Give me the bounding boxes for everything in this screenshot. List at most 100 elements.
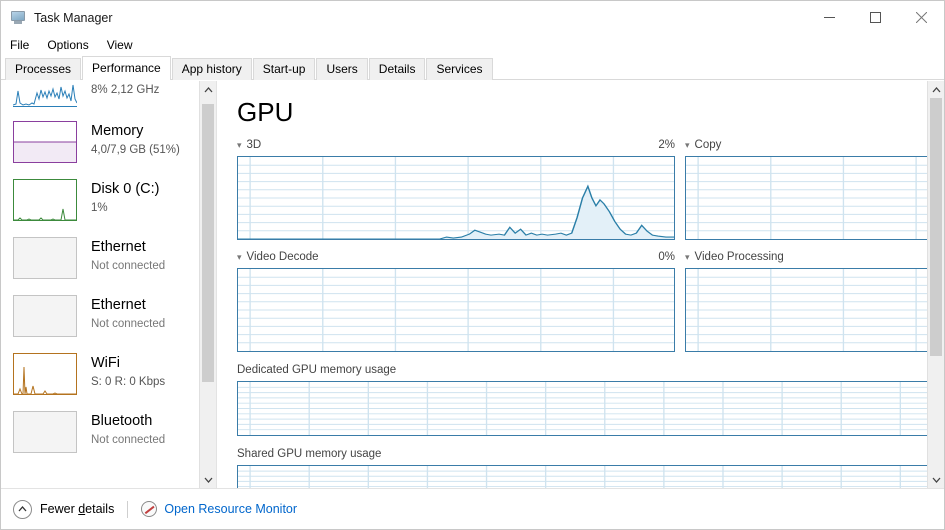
main-scroll-thumb[interactable] [930, 98, 942, 356]
ethernet-2-thumbnail [13, 295, 77, 337]
content-area: 8% 2,12 GHz Memory 4,0/7,9 GB (51%) Disk… [1, 81, 944, 488]
engine-video-processing-label: Video Processing [694, 251, 784, 263]
chevron-up-icon [13, 499, 32, 519]
window-controls [806, 1, 944, 34]
tab-strip: Processes Performance App history Start-… [1, 56, 944, 80]
memory-sub: 4,0/7,9 GB (51%) [91, 144, 180, 156]
engine-3d-label: 3D [246, 139, 262, 151]
tab-services[interactable]: Services [426, 58, 493, 80]
engine-copy-label: Copy [694, 139, 722, 151]
wifi-title: WiFi [91, 355, 120, 371]
menu-file[interactable]: File [10, 36, 38, 54]
status-divider [127, 500, 129, 518]
engine-video-processing-header: ▾ Video Processing 0% [685, 248, 944, 266]
engine-3d-graph [237, 156, 675, 240]
page-title: GPU [237, 97, 294, 127]
dedicated-memory-header: Dedicated GPU memory usage 128 MB [237, 361, 944, 379]
disk-thumbnail [13, 179, 77, 221]
sidebar-item-ethernet-1[interactable]: Ethernet Not connected [1, 231, 194, 289]
sidebar-item-wifi[interactable]: WiFi S: 0 R: 0 Kbps [1, 347, 194, 405]
engine-video-decode-header: ▾ Video Decode 0% [237, 248, 675, 266]
main-scroll-down-button[interactable] [928, 471, 944, 488]
fewer-details-button[interactable]: Fewer details [13, 499, 115, 519]
status-bar: Fewer details Open Resource Monitor [1, 488, 944, 529]
menu-bar: File Options View [1, 34, 944, 56]
tab-app-history[interactable]: App history [171, 58, 252, 80]
minimize-button[interactable] [806, 1, 852, 34]
gpu-panel: GPU Intel(R) HD Graphics Family ▾ 3D 2% [217, 81, 944, 488]
main-scrollbar[interactable] [927, 81, 944, 488]
bluetooth-sub: Not connected [91, 434, 166, 446]
tab-users[interactable]: Users [316, 58, 368, 80]
sidebar-scroll-down-button[interactable] [200, 471, 216, 488]
cpu-text: 8% 2,12 GHz [91, 81, 159, 98]
ethernet-2-sub: Not connected [91, 318, 166, 330]
wifi-sub: S: 0 R: 0 Kbps [91, 376, 166, 388]
disk-text: Disk 0 (C:) 1% [91, 179, 159, 216]
engine-copy-header: ▾ Copy 0% [685, 136, 944, 154]
chevron-down-icon[interactable]: ▾ [685, 140, 690, 150]
ethernet-1-title: Ethernet [91, 239, 146, 255]
engine-copy: ▾ Copy 0% [685, 136, 944, 240]
engine-video-decode-value: 0% [658, 251, 675, 263]
sidebar-scroll-up-button[interactable] [200, 81, 216, 98]
tab-start-up[interactable]: Start-up [252, 58, 316, 80]
ethernet-1-sub: Not connected [91, 260, 166, 272]
engine-row-2: ▾ Video Decode 0% ▾ Video Processing [237, 248, 944, 352]
ethernet-1-text: Ethernet Not connected [91, 237, 165, 274]
engine-video-decode-graph [237, 268, 675, 352]
resource-monitor-icon [141, 501, 158, 517]
engine-3d-value: 2% [658, 139, 675, 151]
sidebar-scroll-track[interactable] [200, 98, 216, 471]
main-scroll-up-button[interactable] [928, 81, 944, 98]
title-bar: Task Manager [1, 1, 944, 34]
dedicated-memory-graph [237, 381, 944, 436]
sidebar-item-disk[interactable]: Disk 0 (C:) 1% [1, 173, 194, 231]
maximize-button[interactable] [852, 1, 898, 34]
bluetooth-title: Bluetooth [91, 413, 153, 429]
shared-memory-header: Shared GPU memory usage 2,0 GB [237, 445, 944, 463]
disk-title: Disk 0 (C:) [91, 181, 160, 197]
disk-sub: 1% [91, 202, 108, 214]
engine-video-decode: ▾ Video Decode 0% [237, 248, 675, 352]
tab-processes[interactable]: Processes [5, 58, 82, 80]
task-manager-window: Task Manager File Options View Processes… [0, 0, 945, 530]
sidebar-item-bluetooth[interactable]: Bluetooth Not connected [1, 405, 194, 463]
fewer-details-pre: Fewer [40, 502, 79, 516]
sidebar-scroll-thumb[interactable] [202, 104, 214, 382]
chevron-down-icon[interactable]: ▾ [685, 252, 690, 262]
engine-3d-header: ▾ 3D 2% [237, 136, 675, 154]
open-resource-monitor-label: Open Resource Monitor [164, 502, 298, 516]
performance-sidebar: 8% 2,12 GHz Memory 4,0/7,9 GB (51%) Disk… [1, 81, 217, 488]
tab-details[interactable]: Details [368, 58, 426, 80]
gpu-panel-inner: GPU Intel(R) HD Graphics Family ▾ 3D 2% [217, 81, 944, 488]
ethernet-2-title: Ethernet [91, 297, 146, 313]
ethernet-1-thumbnail [13, 237, 77, 279]
bluetooth-text: Bluetooth Not connected [91, 411, 165, 448]
window-title: Task Manager [34, 10, 113, 25]
wifi-thumbnail [13, 353, 77, 395]
engine-video-processing-graph [685, 268, 944, 352]
engine-video-processing: ▾ Video Processing 0% [685, 248, 944, 352]
chevron-down-icon[interactable]: ▾ [237, 252, 242, 262]
close-button[interactable] [898, 1, 944, 34]
fewer-details-post: etails [85, 502, 115, 516]
open-resource-monitor-link[interactable]: Open Resource Monitor [141, 501, 297, 517]
sidebar-scrollbar[interactable] [199, 81, 216, 488]
wifi-text: WiFi S: 0 R: 0 Kbps [91, 353, 165, 390]
sidebar-item-ethernet-2[interactable]: Ethernet Not connected [1, 289, 194, 347]
gpu-header: GPU Intel(R) HD Graphics Family [237, 81, 944, 136]
main-scroll-track[interactable] [928, 98, 944, 471]
menu-options[interactable]: Options [47, 36, 97, 54]
engine-copy-graph [685, 156, 944, 240]
ethernet-2-text: Ethernet Not connected [91, 295, 165, 332]
sidebar-item-cpu[interactable]: 8% 2,12 GHz [1, 81, 194, 115]
memory-title: Memory [91, 123, 144, 139]
menu-view[interactable]: View [107, 36, 142, 54]
engine-video-decode-label: Video Decode [246, 251, 319, 263]
sidebar-item-memory[interactable]: Memory 4,0/7,9 GB (51%) [1, 115, 194, 173]
tab-performance[interactable]: Performance [82, 56, 171, 80]
memory-thumbnail [13, 121, 77, 163]
chevron-down-icon[interactable]: ▾ [237, 140, 242, 150]
cpu-sub: 8% 2,12 GHz [91, 84, 160, 96]
